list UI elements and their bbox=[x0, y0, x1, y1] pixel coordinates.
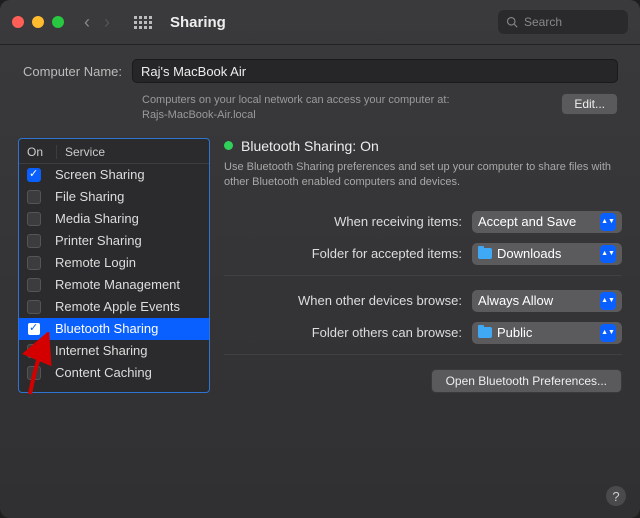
chevron-up-down-icon: ▲▼ bbox=[600, 292, 616, 310]
service-label: Remote Apple Events bbox=[55, 299, 180, 314]
chevron-up-down-icon: ▲▼ bbox=[600, 213, 616, 231]
back-button[interactable]: ‹ bbox=[84, 12, 90, 33]
select-accepted-folder[interactable]: Downloads ▲▼ bbox=[472, 243, 622, 265]
service-row[interactable]: Internet Sharing bbox=[19, 340, 209, 362]
folder-icon bbox=[478, 327, 492, 338]
service-label: Bluetooth Sharing bbox=[55, 321, 158, 336]
service-checkbox[interactable] bbox=[27, 344, 41, 358]
service-row[interactable]: Remote Management bbox=[19, 274, 209, 296]
chevron-up-down-icon: ▲▼ bbox=[600, 324, 616, 342]
computer-name-subtext-row: Computers on your local network can acce… bbox=[0, 89, 640, 124]
service-checkbox[interactable] bbox=[27, 168, 41, 182]
computer-name-row: Computer Name: bbox=[0, 45, 640, 89]
label-accepted-folder: Folder for accepted items: bbox=[224, 246, 472, 261]
status-indicator-icon bbox=[224, 141, 233, 150]
row-accepted-folder: Folder for accepted items: Downloads ▲▼ bbox=[224, 243, 622, 265]
service-row[interactable]: Screen Sharing bbox=[19, 164, 209, 186]
services-header: On Service bbox=[19, 139, 209, 164]
service-checkbox[interactable] bbox=[27, 300, 41, 314]
service-checkbox[interactable] bbox=[27, 190, 41, 204]
service-checkbox[interactable] bbox=[27, 256, 41, 270]
service-checkbox[interactable] bbox=[27, 234, 41, 248]
label-when-receiving: When receiving items: bbox=[224, 214, 472, 229]
search-icon bbox=[506, 16, 518, 28]
show-all-icon[interactable] bbox=[134, 16, 152, 29]
select-when-receiving[interactable]: Accept and Save ▲▼ bbox=[472, 211, 622, 233]
label-browse-folder: Folder others can browse: bbox=[224, 325, 472, 340]
services-list: On Service Screen Sharing File Sharing Med… bbox=[18, 138, 210, 393]
service-label: Printer Sharing bbox=[55, 233, 142, 248]
titlebar: ‹ › Sharing Search bbox=[0, 0, 640, 44]
detail-pane: Bluetooth Sharing: On Use Bluetooth Shar… bbox=[224, 138, 622, 393]
select-when-browse[interactable]: Always Allow ▲▼ bbox=[472, 290, 622, 312]
service-row[interactable]: Remote Login bbox=[19, 252, 209, 274]
service-row[interactable]: Media Sharing bbox=[19, 208, 209, 230]
label-when-browse: When other devices browse: bbox=[224, 293, 472, 308]
close-icon[interactable] bbox=[12, 16, 24, 28]
divider bbox=[224, 354, 622, 355]
window-controls bbox=[12, 16, 64, 28]
search-placeholder: Search bbox=[524, 15, 562, 29]
service-label: Media Sharing bbox=[55, 211, 139, 226]
zoom-icon[interactable] bbox=[52, 16, 64, 28]
service-row[interactable]: File Sharing bbox=[19, 186, 209, 208]
service-label: Remote Management bbox=[55, 277, 180, 292]
nav-buttons: ‹ › bbox=[84, 12, 152, 33]
help-button[interactable]: ? bbox=[606, 486, 626, 506]
status-row: Bluetooth Sharing: On bbox=[224, 138, 622, 154]
service-checkbox[interactable] bbox=[27, 322, 41, 336]
services-body: Screen Sharing File Sharing Media Sharing P… bbox=[19, 164, 209, 384]
computer-name-input[interactable] bbox=[132, 59, 618, 83]
service-label: Remote Login bbox=[55, 255, 136, 270]
row-when-browse: When other devices browse: Always Allow … bbox=[224, 290, 622, 312]
divider bbox=[224, 275, 622, 276]
service-label: File Sharing bbox=[55, 189, 124, 204]
service-row[interactable]: Remote Apple Events bbox=[19, 296, 209, 318]
service-checkbox[interactable] bbox=[27, 278, 41, 292]
service-label: Screen Sharing bbox=[55, 167, 145, 182]
service-checkbox[interactable] bbox=[27, 212, 41, 226]
minimize-icon[interactable] bbox=[32, 16, 44, 28]
window-title: Sharing bbox=[170, 14, 226, 31]
search-field[interactable]: Search bbox=[498, 10, 628, 34]
column-header-service[interactable]: Service bbox=[57, 145, 105, 159]
main-area: On Service Screen Sharing File Sharing Med… bbox=[0, 124, 640, 405]
row-browse-folder: Folder others can browse: Public ▲▼ bbox=[224, 322, 622, 344]
service-row[interactable]: Printer Sharing bbox=[19, 230, 209, 252]
forward-button[interactable]: › bbox=[104, 12, 110, 33]
edit-button[interactable]: Edit... bbox=[561, 93, 618, 115]
status-description: Use Bluetooth Sharing preferences and se… bbox=[224, 160, 622, 191]
chevron-up-down-icon: ▲▼ bbox=[600, 245, 616, 263]
status-title: Bluetooth Sharing: On bbox=[241, 138, 379, 154]
select-browse-folder[interactable]: Public ▲▼ bbox=[472, 322, 622, 344]
computer-name-subtext: Computers on your local network can acce… bbox=[142, 93, 561, 124]
sharing-prefpane: ‹ › Sharing Search Computer Name: Comput… bbox=[0, 0, 640, 518]
column-header-on[interactable]: On bbox=[27, 145, 57, 159]
open-bluetooth-prefs-button[interactable]: Open Bluetooth Preferences... bbox=[431, 369, 622, 393]
computer-name-label: Computer Name: bbox=[22, 64, 132, 79]
service-label: Content Caching bbox=[55, 365, 152, 380]
folder-icon bbox=[478, 248, 492, 259]
service-label: Internet Sharing bbox=[55, 343, 148, 358]
row-when-receiving: When receiving items: Accept and Save ▲▼ bbox=[224, 211, 622, 233]
service-checkbox[interactable] bbox=[27, 366, 41, 380]
service-row[interactable]: Content Caching bbox=[19, 362, 209, 384]
service-row[interactable]: Bluetooth Sharing bbox=[19, 318, 209, 340]
